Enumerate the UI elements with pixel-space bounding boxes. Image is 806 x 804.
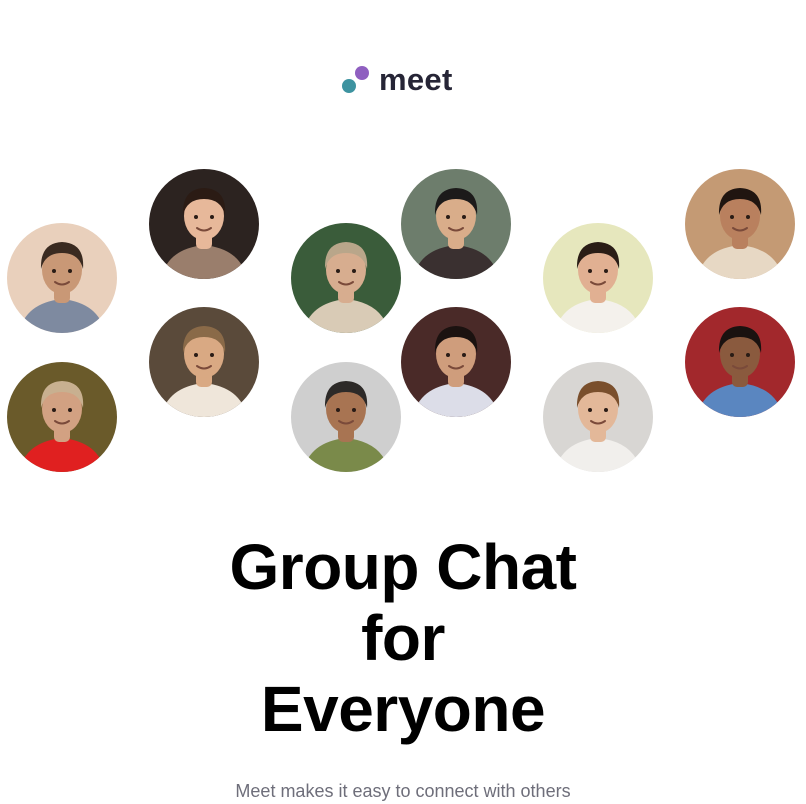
avatar-woman-red-wall <box>685 307 795 417</box>
avatar-older-man-smiling <box>291 362 401 472</box>
logo-dot-purple <box>355 66 369 80</box>
avatar-man-glasses-shearling <box>291 223 401 333</box>
hero-heading: Group Chat for Everyone <box>0 532 806 745</box>
avatar-man-hood-red-shirt <box>7 362 117 472</box>
logo-dot-teal <box>342 79 356 93</box>
hero-line-3: Everyone <box>260 673 546 745</box>
avatar-smiling-woman-dark-hair <box>149 169 259 279</box>
avatar-young-man-wavy-hair <box>543 362 653 472</box>
avatar-smiling-man-green-bg <box>543 223 653 333</box>
avatar-man-sunglasses <box>401 169 511 279</box>
avatar-man-curly-hair-pink-bg <box>401 307 511 417</box>
avatar-couple-autumn <box>685 169 795 279</box>
avatar-young-man-sunset <box>7 223 117 333</box>
meet-logo[interactable]: meet <box>341 62 465 98</box>
avatar-woman-laughing-sunlight <box>149 307 259 417</box>
hero-subtitle: Meet makes it easy to connect with other… <box>235 781 571 801</box>
logo-wordmark: meet <box>379 62 453 97</box>
hero-line-2: for <box>361 602 445 674</box>
hero-line-1: Group Chat <box>229 531 577 603</box>
